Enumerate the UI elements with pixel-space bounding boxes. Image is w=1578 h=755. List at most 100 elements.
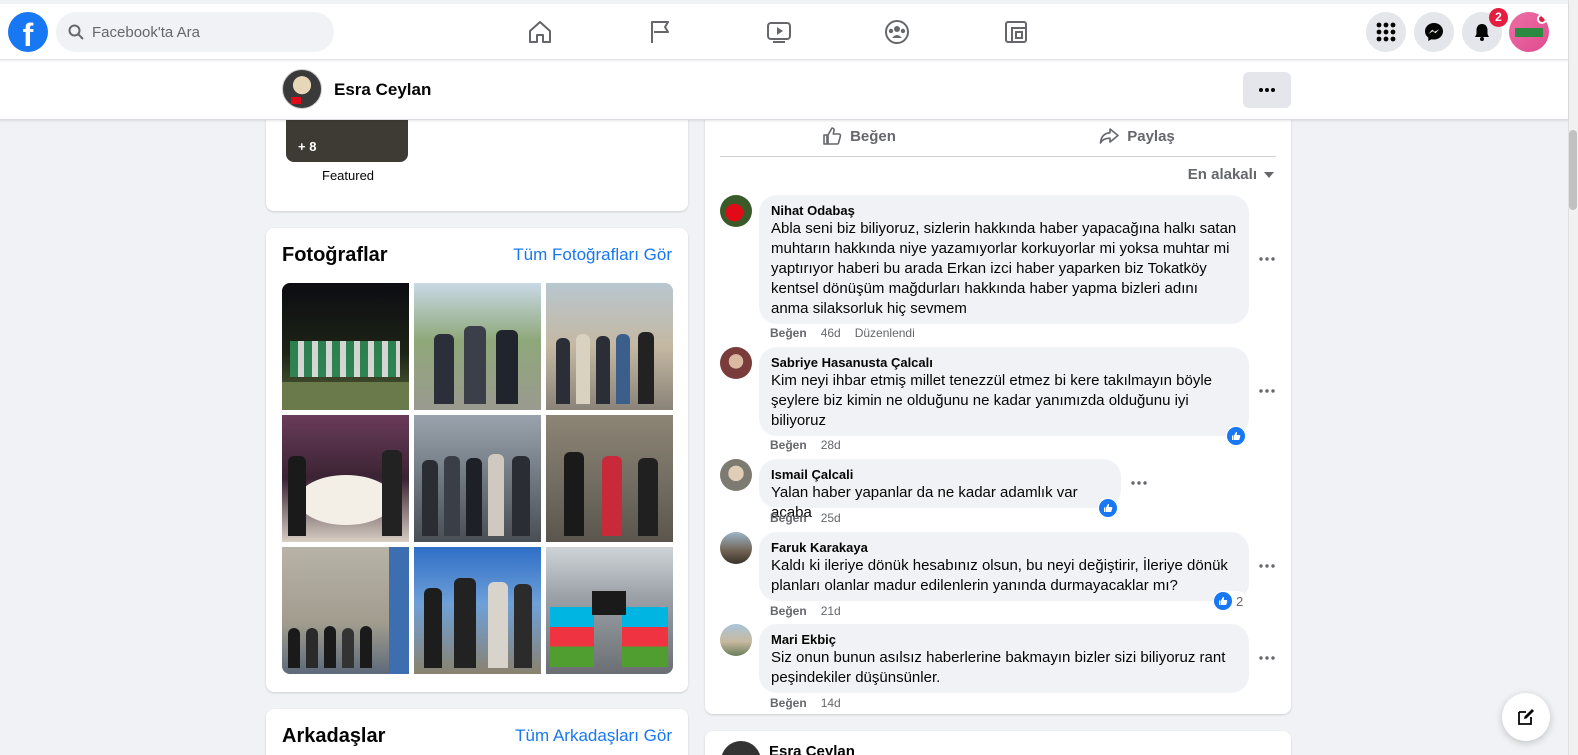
comment-more-button[interactable] — [1125, 469, 1153, 497]
comment-meta: Beğen 21d — [770, 604, 841, 618]
comment-author[interactable]: Mari Ekbiç — [771, 632, 1237, 648]
featured-count: + 8 — [298, 139, 317, 154]
comment-time[interactable]: 21d — [821, 604, 841, 618]
photo-thumbnail[interactable] — [546, 415, 673, 542]
more-icon — [1259, 389, 1275, 393]
account-avatar[interactable] — [1509, 12, 1549, 52]
comment-reaction[interactable] — [1226, 426, 1246, 446]
photo-thumbnail[interactable] — [414, 547, 541, 674]
avatar[interactable] — [720, 347, 752, 379]
comment-text: Kaldı ki ileriye dönük hesabınız olsun, … — [771, 557, 1228, 594]
comment-time[interactable]: 46d — [821, 326, 841, 340]
friends-title: Arkadaşlar — [282, 725, 386, 747]
photo-thumbnail[interactable] — [282, 415, 409, 542]
comment-meta: Beğen 46d Düzenlendi — [770, 326, 915, 340]
facebook-logo-icon[interactable]: f — [8, 12, 48, 52]
more-icon — [1259, 564, 1275, 568]
caret-down-icon — [1264, 171, 1274, 178]
search-box[interactable] — [56, 12, 334, 52]
share-label: Paylaş — [1127, 127, 1175, 145]
photo-grid — [282, 283, 673, 674]
groups-icon[interactable] — [879, 14, 915, 50]
scrollbar-thumb[interactable] — [1569, 130, 1577, 210]
avatar[interactable] — [720, 532, 752, 564]
video-icon[interactable] — [761, 14, 797, 50]
comment-reaction[interactable]: 2 — [1213, 591, 1248, 611]
search-icon — [68, 24, 84, 40]
account-alert-dot — [1537, 14, 1547, 24]
comment-bubble: Sabriye Hasanusta Çalcalı Kim neyi ihbar… — [759, 347, 1249, 436]
gaming-icon[interactable] — [998, 14, 1034, 50]
more-icon — [1131, 481, 1147, 485]
like-reaction-icon — [1214, 592, 1232, 610]
post-card: Beğen Paylaş En alakalı Nihat Odabaş Abl… — [705, 100, 1291, 714]
comment-text: Kim neyi ihbar etmiş millet tenezzül etm… — [771, 372, 1213, 429]
comment-more-button[interactable] — [1253, 245, 1281, 273]
comment-bubble: Nihat Odabaş Abla seni biz biliyoruz, si… — [759, 195, 1249, 324]
notification-badge: 2 — [1489, 8, 1508, 27]
comment-author[interactable]: Faruk Karakaya — [771, 540, 1237, 556]
comment-like-link[interactable]: Beğen — [770, 326, 807, 340]
reaction-count: 2 — [1236, 593, 1244, 609]
more-options-button[interactable] — [1243, 72, 1291, 108]
profile-sticky-bar: Esra Ceylan — [0, 60, 1568, 120]
comment-meta: Beğen 25d — [770, 511, 841, 525]
comment-author[interactable]: Ismail Çalcali — [771, 467, 1109, 483]
comment-like-link[interactable]: Beğen — [770, 511, 807, 525]
home-icon[interactable] — [522, 14, 558, 50]
photo-thumbnail[interactable] — [546, 283, 673, 410]
comment-like-link[interactable]: Beğen — [770, 604, 807, 618]
page-scrollbar[interactable] — [1568, 0, 1578, 755]
photo-thumbnail[interactable] — [414, 283, 541, 410]
comment-text: Siz onun bunun asılsız haberlerine bakma… — [771, 649, 1226, 686]
post-author[interactable]: Esra Ceylan — [769, 743, 855, 755]
photo-thumbnail[interactable] — [282, 547, 409, 674]
comment-more-button[interactable] — [1253, 377, 1281, 405]
profile-name[interactable]: Esra Ceylan — [334, 80, 431, 100]
friends-card: Arkadaşlar Tüm Arkadaşları Gör — [266, 709, 688, 755]
comment-time[interactable]: 25d — [821, 511, 841, 525]
photo-thumbnail[interactable] — [414, 415, 541, 542]
see-all-friends-link[interactable]: Tüm Arkadaşları Gör — [515, 726, 672, 746]
comment-like-link[interactable]: Beğen — [770, 438, 807, 452]
comment-author[interactable]: Sabriye Hasanusta Çalcalı — [771, 355, 1237, 371]
photos-card: Fotoğraflar Tüm Fotoğrafları Gör — [266, 228, 688, 692]
avatar[interactable] — [721, 741, 761, 755]
share-button[interactable]: Paylaş — [998, 120, 1276, 152]
comment-text: Abla seni biz biliyoruz, sizlerin hakkın… — [771, 220, 1237, 317]
like-label: Beğen — [850, 127, 896, 145]
comment-edited-label: Düzenlendi — [854, 326, 915, 340]
messenger-icon[interactable] — [1414, 12, 1454, 52]
flag-icon[interactable] — [642, 14, 678, 50]
comment-meta: Beğen 28d — [770, 438, 841, 452]
comment-bubble: Ismail Çalcali Yalan haber yapanlar da n… — [759, 459, 1121, 521]
like-icon — [823, 127, 842, 145]
comment-sort-dropdown[interactable]: En alakalı — [1188, 166, 1275, 183]
more-icon — [1259, 257, 1275, 261]
menu-grid-icon[interactable] — [1366, 12, 1406, 52]
comment-more-button[interactable] — [1253, 644, 1281, 672]
comment-more-button[interactable] — [1253, 552, 1281, 580]
comment-time[interactable]: 28d — [821, 438, 841, 452]
new-message-button[interactable] — [1502, 693, 1550, 741]
notifications-button[interactable]: 2 — [1462, 8, 1508, 52]
photo-thumbnail[interactable] — [546, 547, 673, 674]
comment-bubble: Mari Ekbiç Siz onun bunun asılsız haberl… — [759, 624, 1249, 693]
avatar[interactable] — [720, 459, 752, 491]
more-icon — [1259, 88, 1275, 92]
photo-thumbnail[interactable] — [282, 283, 409, 410]
avatar[interactable] — [720, 195, 752, 227]
avatar[interactable] — [282, 69, 322, 109]
compose-icon — [1518, 709, 1534, 725]
see-all-photos-link[interactable]: Tüm Fotoğrafları Gör — [513, 245, 672, 265]
like-reaction-icon — [1227, 427, 1245, 445]
more-icon — [1259, 656, 1275, 660]
comment-time[interactable]: 14d — [821, 696, 841, 710]
avatar[interactable] — [720, 624, 752, 656]
like-reaction-icon — [1099, 499, 1117, 517]
comment-reaction[interactable] — [1098, 498, 1118, 518]
search-input[interactable] — [92, 23, 312, 41]
comment-author[interactable]: Nihat Odabaş — [771, 203, 1237, 219]
like-button[interactable]: Beğen — [720, 120, 998, 152]
comment-like-link[interactable]: Beğen — [770, 696, 807, 710]
